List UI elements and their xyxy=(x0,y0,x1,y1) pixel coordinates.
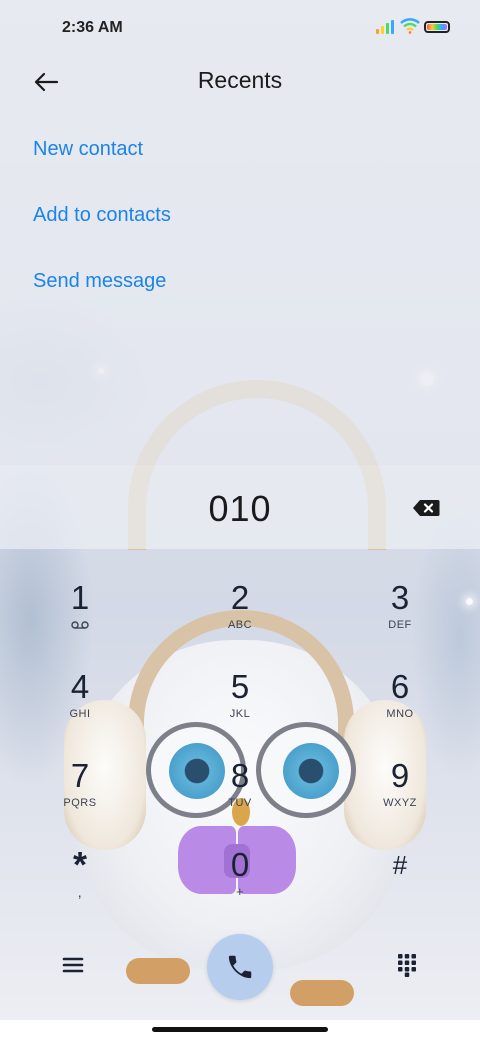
key-letters: + xyxy=(235,884,245,899)
owl-foot-left xyxy=(126,958,190,984)
key-digit: 8 xyxy=(230,757,250,794)
add-to-contacts-link[interactable]: Add to contacts xyxy=(33,204,171,227)
voicemail-icon xyxy=(71,621,89,629)
key-digit: 5 xyxy=(230,668,250,705)
status-time: 2:36 AM xyxy=(62,19,123,36)
key-digit: 3 xyxy=(390,579,410,616)
send-message-link[interactable]: Send message xyxy=(33,270,166,293)
key-9[interactable]: 9 WXYZ xyxy=(340,756,460,832)
backspace-button[interactable] xyxy=(408,494,444,522)
key-digit: 1 xyxy=(70,579,90,616)
key-letters: WXYZ xyxy=(383,797,417,809)
dialpad-icon xyxy=(398,954,416,977)
status-bar: 2:36 AM xyxy=(0,0,480,56)
key-letters: PQRS xyxy=(63,797,97,809)
key-4[interactable]: 4 GHI xyxy=(20,667,140,743)
key-digit: 0 xyxy=(230,846,250,883)
key-1[interactable]: 1 xyxy=(20,578,140,654)
dialpad-toggle-button[interactable] xyxy=(392,950,422,980)
page-title: Recents xyxy=(197,67,283,93)
snowflake xyxy=(466,598,473,605)
key-letters: ABC xyxy=(227,619,253,631)
key-digit: 9 xyxy=(390,757,410,794)
key-letters: MNO xyxy=(386,708,414,720)
menu-button[interactable] xyxy=(58,950,88,980)
key-star[interactable]: * , xyxy=(20,845,140,921)
key-letters: , xyxy=(77,884,83,900)
signal-icon xyxy=(376,20,396,34)
key-6[interactable]: 6 MNO xyxy=(340,667,460,743)
key-hash[interactable]: # xyxy=(340,845,460,921)
key-0[interactable]: 0 + xyxy=(180,845,300,921)
new-contact-link[interactable]: New contact xyxy=(33,138,143,161)
phone-icon xyxy=(228,955,252,979)
key-2[interactable]: 2 ABC xyxy=(180,578,300,654)
key-letters: TUV xyxy=(228,797,252,809)
key-digit: 7 xyxy=(70,757,90,794)
home-indicator[interactable] xyxy=(152,1027,328,1032)
backspace-icon xyxy=(413,500,440,516)
key-digit: 2 xyxy=(230,579,250,616)
key-digit: * xyxy=(72,844,87,885)
key-8[interactable]: 8 TUV xyxy=(180,756,300,832)
key-letters: JKL xyxy=(229,708,251,720)
key-5[interactable]: 5 JKL xyxy=(180,667,300,743)
key-3[interactable]: 3 DEF xyxy=(340,578,460,654)
call-button[interactable] xyxy=(207,934,273,1000)
key-digit: 6 xyxy=(390,668,410,705)
wifi-icon xyxy=(400,18,420,34)
key-digit: # xyxy=(392,850,408,880)
battery-icon xyxy=(424,21,450,33)
menu-icon xyxy=(62,957,84,973)
owl-foot-right xyxy=(290,980,354,1006)
key-digit: 4 xyxy=(70,668,90,705)
key-letters: DEF xyxy=(388,619,412,631)
key-letters: GHI xyxy=(69,708,91,720)
key-7[interactable]: 7 PQRS xyxy=(20,756,140,832)
